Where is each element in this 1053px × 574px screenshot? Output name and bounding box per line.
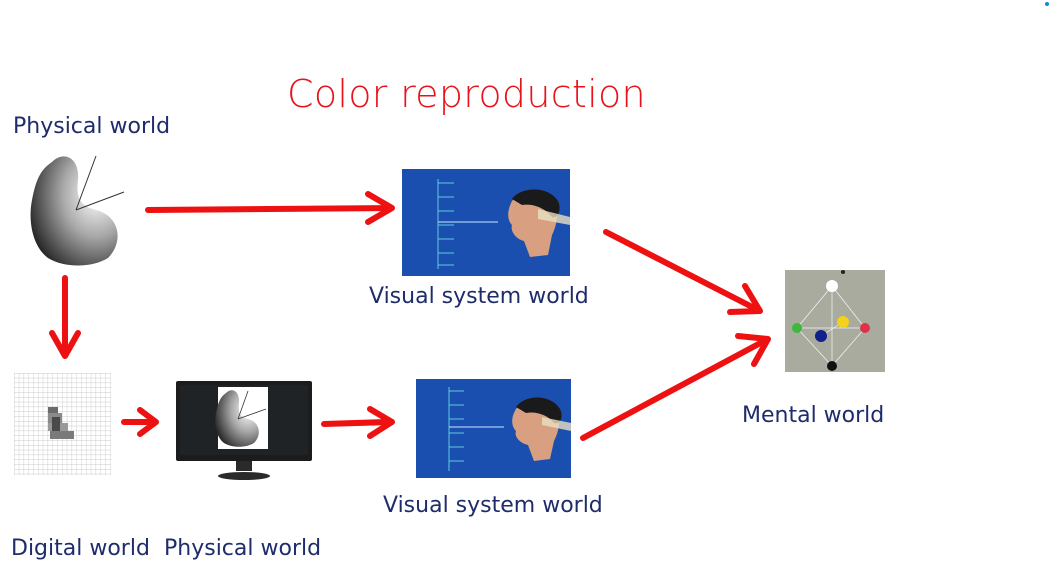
arrow-visual-bottom-to-mental — [580, 333, 771, 441]
arrow-physical-to-digital — [49, 275, 81, 359]
arrow-physical-to-visual-top — [145, 191, 395, 225]
arrow-visual-top-to-mental — [603, 229, 763, 315]
arrow-digital-to-monitor — [121, 407, 159, 437]
arrows-layer — [49, 191, 771, 441]
arrow-monitor-to-visual-bottom — [321, 406, 395, 439]
